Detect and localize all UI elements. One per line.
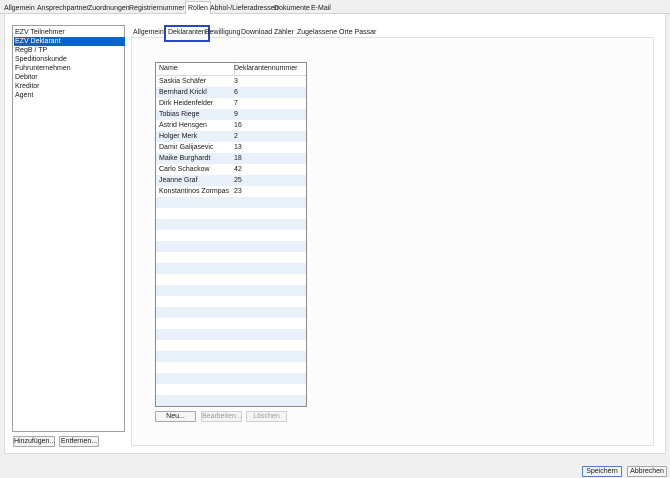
table-row bbox=[156, 263, 306, 274]
cell-name: Jeanne Graf bbox=[159, 177, 198, 184]
cell-deklarantennummer: 7 bbox=[234, 100, 238, 107]
table-row bbox=[156, 351, 306, 362]
add-role-button[interactable]: Hinzufügen... bbox=[13, 436, 55, 447]
role-item[interactable]: Debitor bbox=[14, 73, 125, 82]
table-row bbox=[156, 219, 306, 230]
table-row bbox=[156, 395, 306, 406]
deklaranten-table[interactable]: Name Deklarantennummer Saskia Schäfer 3 Be… bbox=[155, 62, 307, 407]
new-button[interactable]: Neu... bbox=[155, 411, 196, 422]
cell-name: Bernhard Krickl bbox=[159, 89, 207, 96]
table-row bbox=[156, 329, 306, 340]
tab-allgemein[interactable]: Allgemein bbox=[2, 3, 37, 14]
table-row bbox=[156, 241, 306, 252]
remove-role-button[interactable]: Entfernen... bbox=[59, 436, 99, 447]
cell-name: Damir Galijasevic bbox=[159, 144, 214, 151]
role-list[interactable]: EZV Teilnehmer EZV Deklarant RegB / TP S… bbox=[12, 25, 125, 432]
table-row bbox=[156, 362, 306, 373]
role-item[interactable]: Fuhrunternehmen bbox=[14, 64, 125, 73]
edit-button[interactable]: Bearbeiten... bbox=[201, 411, 242, 422]
role-item[interactable]: Kreditor bbox=[14, 82, 125, 91]
role-item[interactable]: Agent bbox=[14, 91, 125, 100]
cell-deklarantennummer: 6 bbox=[234, 89, 238, 96]
table-row[interactable]: Konstantinos Zormpas 23 bbox=[156, 186, 306, 197]
cancel-button[interactable]: Abbrechen bbox=[627, 466, 667, 477]
table-row[interactable]: Carlo Schackow 42 bbox=[156, 164, 306, 175]
role-item[interactable]: Speditionskunde bbox=[14, 55, 125, 64]
tab-registriernummern[interactable]: Registriernummern bbox=[127, 3, 191, 14]
table-row bbox=[156, 285, 306, 296]
table-row bbox=[156, 252, 306, 263]
cell-name: Astrid Hensgen bbox=[159, 122, 207, 129]
column-header-name[interactable]: Name bbox=[156, 63, 235, 76]
cell-deklarantennummer: 23 bbox=[234, 188, 242, 195]
role-item[interactable]: RegB / TP bbox=[14, 46, 125, 55]
table-row bbox=[156, 340, 306, 351]
cell-deklarantennummer: 13 bbox=[234, 144, 242, 151]
table-row[interactable]: Tobias Riege 9 bbox=[156, 109, 306, 120]
table-row[interactable]: Jeanne Graf 25 bbox=[156, 175, 306, 186]
cell-name: Saskia Schäfer bbox=[159, 78, 207, 85]
inner-tab-zugelassene-orte[interactable]: Zugelassene Orte Passar bbox=[295, 28, 378, 38]
table-row bbox=[156, 296, 306, 307]
cell-name: Tobias Riege bbox=[159, 111, 200, 118]
cell-deklarantennummer: 18 bbox=[234, 155, 242, 162]
cell-deklarantennummer: 9 bbox=[234, 111, 238, 118]
table-row bbox=[156, 230, 306, 241]
cell-deklarantennummer: 3 bbox=[234, 78, 238, 85]
table-row bbox=[156, 373, 306, 384]
table-row[interactable]: Saskia Schäfer 3 bbox=[156, 76, 306, 87]
table-row bbox=[156, 274, 306, 285]
inner-tab-download[interactable]: Download bbox=[239, 28, 274, 38]
inner-tab-zaehler[interactable]: Zähler bbox=[272, 28, 296, 38]
table-row[interactable]: Maike Burghardt 18 bbox=[156, 153, 306, 164]
inner-tab-allgemein[interactable]: Allgemein bbox=[131, 28, 166, 38]
tab-rollen[interactable]: Rollen bbox=[185, 1, 211, 15]
role-item-selected[interactable]: EZV Deklarant bbox=[14, 37, 125, 46]
tab-email[interactable]: E-Mail bbox=[309, 3, 333, 14]
top-tab-bar: Allgemein Ansprechpartner Zuordnungen Re… bbox=[0, 0, 670, 15]
inner-tab-bar: Allgemein Deklaranten Bewilligung Downlo… bbox=[131, 25, 654, 42]
inner-tab-bewilligung[interactable]: Bewilligung bbox=[203, 28, 242, 38]
cell-name: Maike Burghardt bbox=[159, 155, 211, 162]
cell-name: Dirk Heidenfelder bbox=[159, 100, 214, 107]
table-row[interactable]: Dirk Heidenfelder 7 bbox=[156, 98, 306, 109]
role-item[interactable]: EZV Teilnehmer bbox=[14, 28, 125, 37]
cell-name: Carlo Schackow bbox=[159, 166, 210, 173]
tab-abhol-lieferadressen[interactable]: Abhol-/Lieferadressen bbox=[208, 3, 281, 14]
table-row[interactable]: Bernhard Krickl 6 bbox=[156, 87, 306, 98]
table-row bbox=[156, 307, 306, 318]
cell-deklarantennummer: 16 bbox=[234, 122, 242, 129]
table-row[interactable]: Holger Merk 2 bbox=[156, 131, 306, 142]
cell-name: Holger Merk bbox=[159, 133, 198, 140]
table-row bbox=[156, 208, 306, 219]
cell-deklarantennummer: 2 bbox=[234, 133, 238, 140]
table-row bbox=[156, 197, 306, 208]
table-row bbox=[156, 384, 306, 395]
table-row[interactable]: Astrid Hensgen 16 bbox=[156, 120, 306, 131]
column-header-deklarantennummer[interactable]: Deklarantennummer bbox=[231, 63, 306, 76]
table-row bbox=[156, 318, 306, 329]
cell-deklarantennummer: 25 bbox=[234, 177, 242, 184]
delete-button[interactable]: Löschen bbox=[246, 411, 287, 422]
cell-name: Konstantinos Zormpas bbox=[159, 188, 230, 195]
tab-ansprechpartner[interactable]: Ansprechpartner bbox=[35, 3, 91, 14]
tab-zuordnungen[interactable]: Zuordnungen bbox=[86, 3, 132, 14]
table-row[interactable]: Damir Galijasevic 13 bbox=[156, 142, 306, 153]
cell-deklarantennummer: 42 bbox=[234, 166, 242, 173]
tab-dokumente[interactable]: Dokumente bbox=[272, 3, 312, 14]
save-button[interactable]: Speichern bbox=[582, 466, 622, 477]
